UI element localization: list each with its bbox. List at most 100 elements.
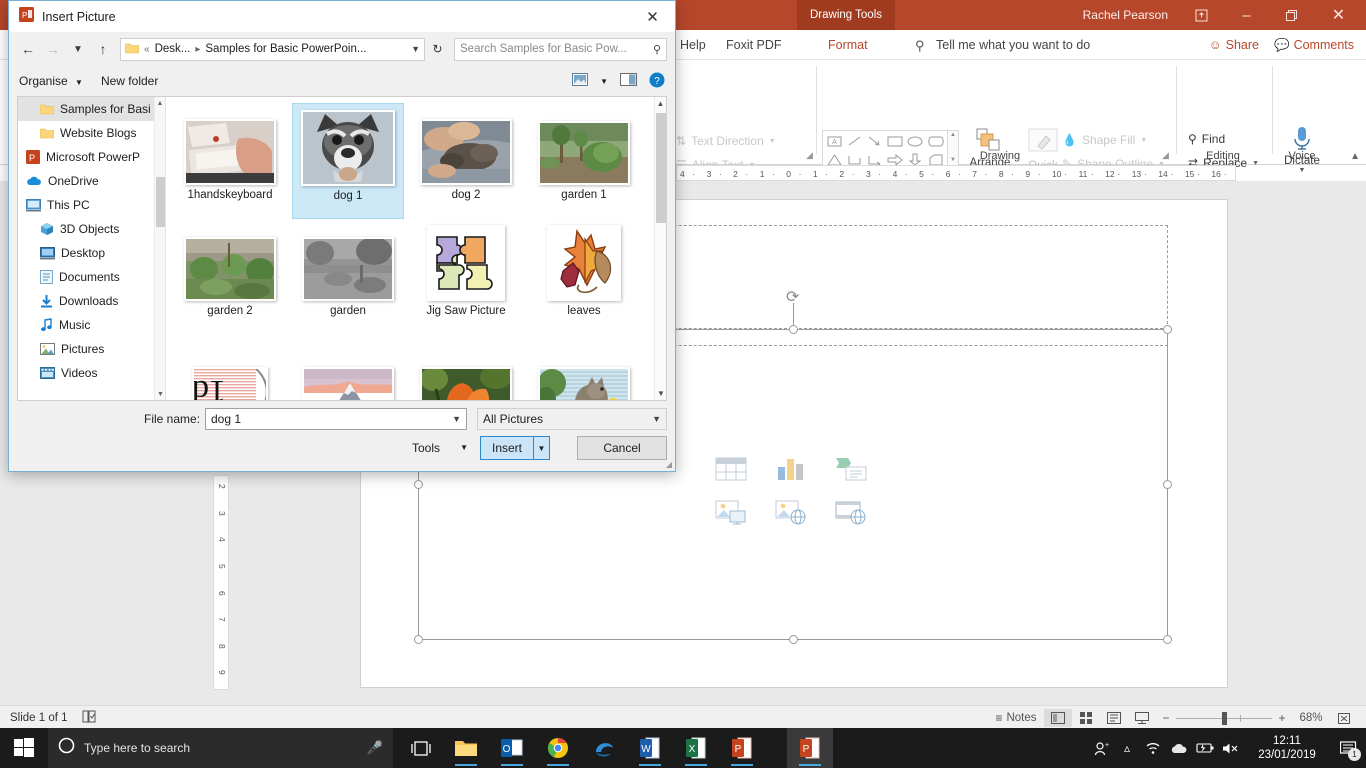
excel-icon[interactable]: X — [673, 728, 719, 768]
zoom-slider-thumb[interactable] — [1222, 712, 1227, 725]
organise-button[interactable]: Organise ▼ — [19, 74, 83, 88]
volume-muted-icon[interactable] — [1218, 728, 1244, 768]
scrollbar-thumb[interactable] — [656, 113, 666, 223]
file-type-select[interactable]: All Pictures ▼ — [477, 408, 667, 430]
oval-shape[interactable] — [905, 132, 925, 151]
file-name-input[interactable]: dog 1 ▼ — [205, 408, 467, 430]
insert-video-icon[interactable] — [834, 498, 872, 531]
taskbar-search-input[interactable]: Type here to search 🎤 — [48, 728, 393, 768]
tools-button[interactable]: Tools ▼ — [409, 436, 471, 459]
zoom-out-icon[interactable]: − — [1156, 709, 1176, 727]
insert-chart-icon[interactable] — [774, 455, 812, 488]
resize-handle-bottom[interactable] — [789, 635, 798, 644]
nav-pane-item[interactable]: Website Blogs — [18, 121, 165, 145]
file-item[interactable] — [292, 335, 404, 400]
file-item[interactable]: leaves — [528, 219, 640, 335]
preview-pane-icon[interactable] — [620, 73, 637, 89]
slide-sorter-icon[interactable] — [1072, 709, 1100, 727]
resize-handle-top[interactable] — [789, 325, 798, 334]
account-user-name[interactable]: Rachel Pearson — [1083, 8, 1168, 22]
rectangle-shape[interactable] — [885, 132, 905, 151]
search-input[interactable]: Search Samples for Basic Pow... ⚲ — [454, 38, 667, 61]
insert-dropdown-icon[interactable]: ▼ — [533, 437, 549, 459]
file-item[interactable]: garden 2 — [174, 219, 286, 335]
people-icon[interactable]: + — [1088, 728, 1114, 768]
edge-icon[interactable] — [581, 728, 627, 768]
nav-pane-item[interactable]: This PC — [18, 193, 165, 217]
zoom-in-icon[interactable]: + — [1272, 709, 1292, 727]
find-button[interactable]: ⚲ Find — [1188, 132, 1225, 146]
address-bar[interactable]: « Desk... ▸ Samples for Basic PowerPoin.… — [120, 38, 425, 61]
up-arrow-icon[interactable]: ↑ — [92, 38, 114, 60]
show-hidden-icons-icon[interactable]: ▵ — [1114, 728, 1140, 768]
resize-handle-bottom-left[interactable] — [414, 635, 423, 644]
resize-handle-bottom-right[interactable] — [1163, 635, 1172, 644]
insert-online-pictures-icon[interactable] — [774, 498, 812, 531]
file-item[interactable] — [410, 335, 522, 400]
scroll-up-icon[interactable]: ▲ — [655, 97, 666, 110]
file-item[interactable]: dog 1 — [292, 103, 404, 219]
fit-to-window-icon[interactable] — [1330, 709, 1358, 727]
ribbon-display-options-icon[interactable] — [1179, 0, 1224, 30]
file-list-scrollbar[interactable]: ▲ ▼ — [654, 97, 666, 400]
notes-button[interactable]: ≡ Notes — [988, 709, 1044, 727]
file-item[interactable]: 1d — [174, 335, 286, 400]
chevron-down-icon[interactable]: ▼ — [600, 77, 608, 86]
tab-foxit-pdf[interactable]: Foxit PDF — [718, 30, 790, 60]
nav-pane-scrollbar[interactable]: ▲▼ — [154, 97, 165, 400]
windows-start-icon[interactable] — [0, 728, 48, 768]
resize-handle-right[interactable] — [1163, 480, 1172, 489]
slideshow-icon[interactable] — [1128, 709, 1156, 727]
close-icon[interactable]: ✕ — [1316, 0, 1361, 30]
dialog-resize-grip[interactable]: ◢ — [666, 460, 672, 469]
file-item[interactable]: garden 1 — [528, 103, 640, 219]
resize-handle-top-right[interactable] — [1163, 325, 1172, 334]
nav-pane-item[interactable]: Samples for Basi — [18, 97, 165, 121]
accessibility-checker-icon[interactable] — [82, 710, 96, 726]
nav-pane-item[interactable]: Pictures — [18, 337, 165, 361]
forward-arrow-icon[interactable]: → — [42, 38, 64, 60]
textbox-shape[interactable]: A — [824, 132, 844, 151]
nav-pane-item[interactable]: OneDrive — [18, 169, 165, 193]
recent-locations-icon[interactable]: ▼ — [67, 38, 89, 60]
nav-pane-item[interactable]: Documents — [18, 265, 165, 289]
microphone-icon[interactable]: 🎤 — [367, 740, 383, 756]
view-layout-icon[interactable] — [572, 73, 588, 89]
outlook-icon[interactable]: O — [489, 728, 535, 768]
scroll-up-icon[interactable]: ▲ — [950, 132, 956, 138]
nav-pane-item[interactable]: Videos — [18, 361, 165, 385]
clock[interactable]: 12:11 23/01/2019 — [1244, 728, 1330, 768]
nav-pane-item[interactable]: 3D Objects — [18, 217, 165, 241]
word-icon[interactable]: W — [627, 728, 673, 768]
file-item[interactable]: Jig Saw Picture — [410, 219, 522, 335]
breadcrumb-overflow-icon[interactable]: « — [144, 44, 150, 55]
powerpoint-active-icon[interactable]: P — [787, 728, 833, 768]
breadcrumb-segment-2[interactable]: Samples for Basic PowerPoin... — [205, 43, 366, 55]
onedrive-icon[interactable] — [1166, 728, 1192, 768]
tell-me-input[interactable]: Tell me what you want to do — [936, 30, 1090, 60]
collapse-ribbon-icon[interactable]: ▲ — [1350, 151, 1360, 162]
text-direction-button[interactable]: ⇅ Text Direction ▼ — [676, 134, 776, 148]
chevron-down-icon[interactable]: ▼ — [411, 44, 420, 54]
breadcrumb-segment-1[interactable]: Desk... — [155, 43, 191, 55]
nav-pane-item[interactable]: Downloads — [18, 289, 165, 313]
scrollbar-thumb[interactable] — [156, 177, 165, 227]
refresh-icon[interactable]: ↻ — [428, 38, 447, 61]
zoom-level[interactable]: 68% — [1292, 709, 1330, 727]
share-button[interactable]: ☺ Share — [1202, 34, 1266, 56]
shape-fill-button[interactable]: 💧 Shape Fill ▼ — [1062, 133, 1147, 147]
file-explorer-icon[interactable] — [443, 728, 489, 768]
file-item[interactable]: 1handskeyboard — [174, 103, 286, 219]
zoom-slider[interactable] — [1176, 709, 1272, 727]
nav-pane-item[interactable]: Music — [18, 313, 165, 337]
insert-table-icon[interactable] — [714, 455, 752, 488]
rounded-rectangle-shape[interactable] — [926, 132, 946, 151]
back-arrow-icon[interactable]: ← — [17, 38, 39, 60]
tab-format[interactable]: Format — [820, 30, 876, 60]
line-shape[interactable] — [844, 132, 864, 151]
resize-handle-left[interactable] — [414, 480, 423, 489]
file-list-pane[interactable]: 1handskeyboarddog 1dog 2garden 1garden 2… — [166, 97, 666, 400]
action-center-icon[interactable]: 1 — [1330, 728, 1366, 768]
wifi-icon[interactable] — [1140, 728, 1166, 768]
help-icon[interactable]: ? — [649, 72, 665, 91]
